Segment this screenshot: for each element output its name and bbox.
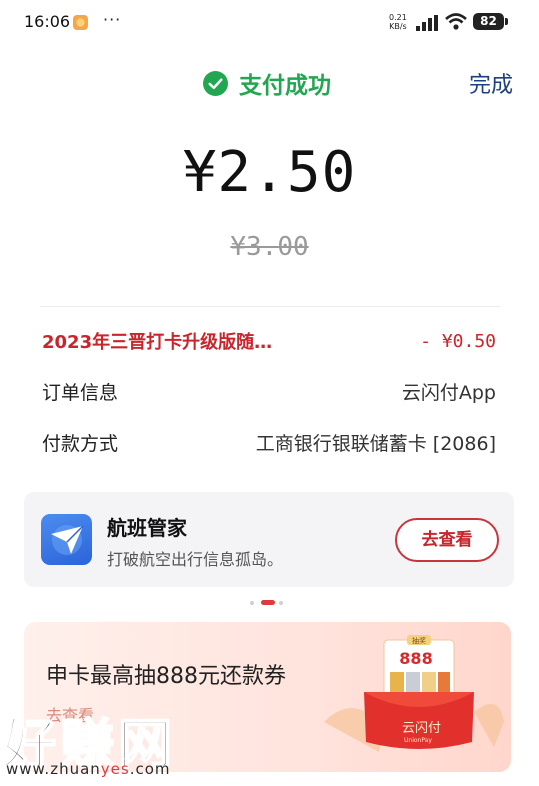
payment-method-row: 付款方式 工商银行银联储蓄卡 [2086] (42, 427, 496, 457)
status-time: 16:06 (24, 12, 71, 31)
network-speed-value: 0.21 (389, 13, 407, 22)
battery-indicator: 82 (473, 13, 504, 30)
discount-row[interactable]: 2023年三晋打卡升级版随… - ¥0.50 (42, 326, 496, 356)
battery-tip (505, 18, 508, 25)
banner-title: 申卡最高抽888元还款券 (46, 664, 286, 689)
network-speed-unit: KB/s (389, 22, 407, 31)
done-button[interactable]: 完成 (469, 67, 513, 99)
brand-text: 云闪付 (402, 721, 441, 736)
success-title: 支付成功 (239, 73, 331, 99)
brand-sub-text: UnionPay (404, 737, 432, 744)
watermark-url: www.zhuanyes.com (6, 760, 171, 778)
network-speed: 0.21 KB/s (389, 13, 407, 31)
flight-app-icon (41, 514, 92, 565)
discount-label: 2023年三晋打卡升级版随… (42, 332, 273, 353)
paid-amount: ¥2.50 (182, 140, 357, 205)
red-envelope-graphic: 抽奖 888 云闪付 UnionPay (324, 635, 504, 752)
divider (40, 306, 500, 307)
pager-dot (279, 601, 283, 605)
carousel-pager (244, 600, 284, 606)
result-header: 支付成功 完成 (0, 60, 539, 100)
airplane-icon (51, 525, 84, 555)
original-amount: ¥3.00 (230, 232, 309, 262)
watermark-url-pre: www.zhuan (6, 760, 101, 778)
payment-method-label: 付款方式 (42, 432, 119, 455)
status-bar: 16:06 ··· 0.21 KB/s 82 (0, 0, 539, 44)
check-circle-icon (203, 70, 228, 96)
weather-sun-icon (73, 15, 88, 30)
badge-amount-text: 888 (399, 649, 432, 668)
wifi-icon (445, 13, 467, 30)
discount-value: - ¥0.50 (420, 330, 496, 352)
watermark-url-highlight: yes (100, 760, 130, 778)
pager-dot (250, 601, 254, 605)
payment-method-value: 工商银行银联储蓄卡 [2086] (255, 432, 496, 455)
promo-card[interactable]: 航班管家 打破航空出行信息孤岛。 去查看 (24, 492, 514, 587)
promo-title: 航班管家 (107, 516, 187, 540)
watermark-url-post: .com (129, 760, 171, 778)
order-info-row: 订单信息 云闪付App (42, 376, 496, 406)
order-info-value: 云闪付App (401, 381, 496, 404)
site-watermark: 好赚网 www.zhuanyes.com (0, 700, 200, 786)
badge-top-text: 抽奖 (412, 636, 426, 645)
order-info-label: 订单信息 (42, 381, 119, 404)
view-promo-button[interactable]: 去查看 (395, 518, 499, 562)
pager-dot-active (261, 600, 275, 605)
signal-icon (416, 15, 438, 31)
success-indicator: 支付成功 (203, 66, 331, 100)
promo-description: 打破航空出行信息孤岛。 (107, 550, 284, 569)
more-dots-icon: ··· (103, 10, 122, 29)
